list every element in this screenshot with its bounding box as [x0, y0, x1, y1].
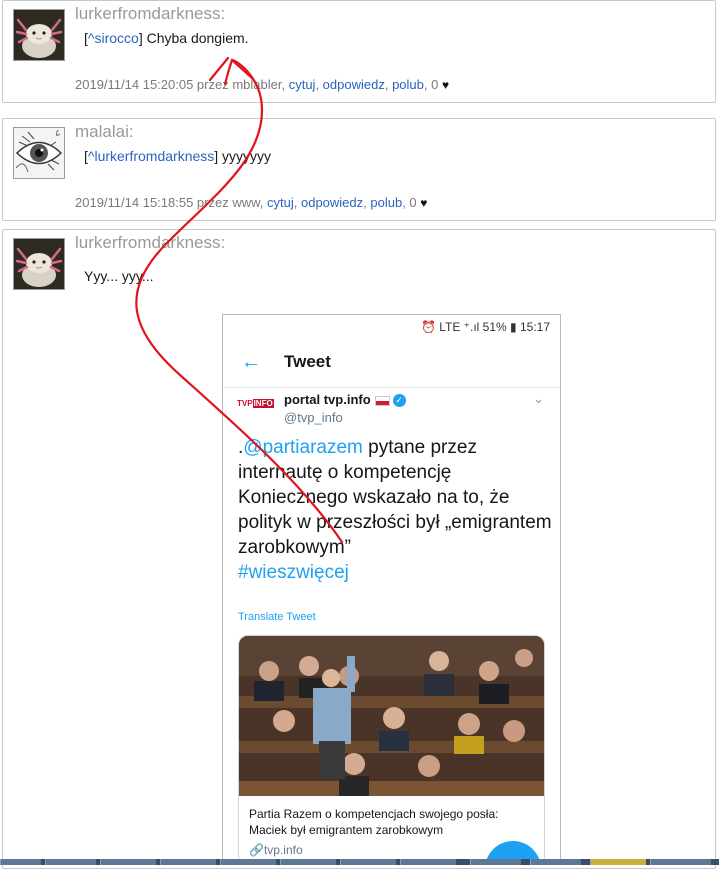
status-indicators: ⏰ LTE ⁺.ıl 51% ▮ 15:17: [420, 320, 550, 334]
account-name-text: portal tvp.info: [284, 392, 371, 407]
polub-link[interactable]: polub: [392, 77, 424, 92]
taskbar-button[interactable]: [470, 859, 521, 865]
taskbar-button[interactable]: [400, 859, 456, 865]
link-icon: 🔗: [249, 843, 264, 857]
polub-link[interactable]: polub: [370, 195, 402, 210]
tweet-hashtag: #wieszwięcej: [238, 562, 349, 583]
taskbar-button[interactable]: [0, 859, 41, 865]
odpowiedz-link[interactable]: odpowiedz: [301, 195, 363, 210]
tweet-header-title: Tweet: [284, 352, 331, 371]
odpowiedz-link[interactable]: odpowiedz: [323, 77, 385, 92]
phone-status-bar: ⏰ LTE ⁺.ıl 51% ▮ 15:17: [223, 315, 560, 339]
post-body: [^lurkerfromdarkness] yyyyyyy: [84, 148, 271, 164]
like-count: 0: [409, 195, 417, 210]
cytuj-link[interactable]: cytuj: [267, 195, 294, 210]
heart-icon: ♥: [441, 78, 450, 92]
tweet-screenshot-image: ⏰ LTE ⁺.ıl 51% ▮ 15:17 ← Tweet TVPINFO p…: [222, 314, 561, 865]
account-name: portal tvp.info ✓: [284, 392, 406, 408]
quote-link[interactable]: ^lurkerfromdarkness: [88, 148, 214, 164]
post-author[interactable]: lurkerfromdarkness:: [75, 233, 225, 253]
avatar-eye-drawing[interactable]: [13, 127, 65, 179]
tweet-header: ← Tweet: [223, 339, 560, 388]
tweet-mention: @partiarazem: [243, 437, 363, 458]
post-author[interactable]: lurkerfromdarkness:: [75, 4, 225, 24]
card-domain-text: tvp.info: [263, 843, 303, 857]
comment-post: lurkerfromdarkness: [^sirocco] Chyba don…: [2, 0, 716, 103]
poland-flag-icon: [374, 395, 390, 406]
quote-link[interactable]: ^sirocco: [88, 30, 139, 46]
taskbar-button[interactable]: [100, 859, 156, 865]
parliament-photo: [239, 636, 544, 796]
post-meta: 2019/11/14 15:18:55 przez www, cytuj, od…: [75, 195, 428, 210]
heart-icon: ♥: [420, 196, 428, 210]
cytuj-link[interactable]: cytuj: [289, 77, 316, 92]
tvp-info-logo: TVPINFO: [237, 399, 275, 425]
post-author[interactable]: malalai:: [75, 122, 134, 142]
logo-info-text: INFO: [252, 399, 274, 408]
post-text: Chyba dongiem.: [142, 30, 249, 46]
arrow-left-icon: ←: [241, 351, 261, 373]
link-card: Partia Razem o kompetencjach swojego pos…: [238, 635, 545, 864]
translate-tweet-link: Translate Tweet: [238, 611, 316, 623]
taskbar-button[interactable]: [530, 859, 581, 865]
card-title: Partia Razem o kompetencjach swojego pos…: [249, 807, 499, 837]
taskbar-button[interactable]: [45, 859, 96, 865]
post-text: yyyyyyy: [218, 148, 272, 164]
taskbar-button[interactable]: [650, 859, 711, 865]
taskbar-button[interactable]: [160, 859, 216, 865]
post-timestamp-author: 2019/11/14 15:20:05 przez mblabler,: [75, 77, 286, 92]
tweet-text: .@partiarazem pytane przez internautę o …: [238, 435, 553, 585]
taskbar-button[interactable]: [340, 859, 396, 865]
taskbar[interactable]: [0, 859, 719, 865]
post-text: Yyy... yyy...: [84, 268, 154, 284]
avatar-axolotl[interactable]: [13, 9, 65, 61]
post-timestamp-author: 2019/11/14 15:18:55 przez www,: [75, 195, 264, 210]
avatar-axolotl[interactable]: [13, 238, 65, 290]
account-handle: @tvp_info: [284, 410, 343, 425]
chevron-down-icon: ⌄: [533, 391, 544, 406]
post-body: [^sirocco] Chyba dongiem.: [84, 30, 249, 46]
card-domain: 🔗tvp.info: [249, 843, 303, 857]
post-meta: 2019/11/14 15:20:05 przez mblabler, cytu…: [75, 77, 450, 92]
taskbar-button[interactable]: [280, 859, 336, 865]
verified-badge-icon: ✓: [392, 394, 406, 408]
like-count: 0: [431, 77, 439, 92]
taskbar-button[interactable]: [220, 859, 276, 865]
logo-tvp-text: TVP: [237, 399, 253, 408]
comment-post: malalai: [^lurkerfromdarkness] yyyyyyy 2…: [2, 118, 716, 221]
taskbar-button[interactable]: [590, 859, 646, 865]
